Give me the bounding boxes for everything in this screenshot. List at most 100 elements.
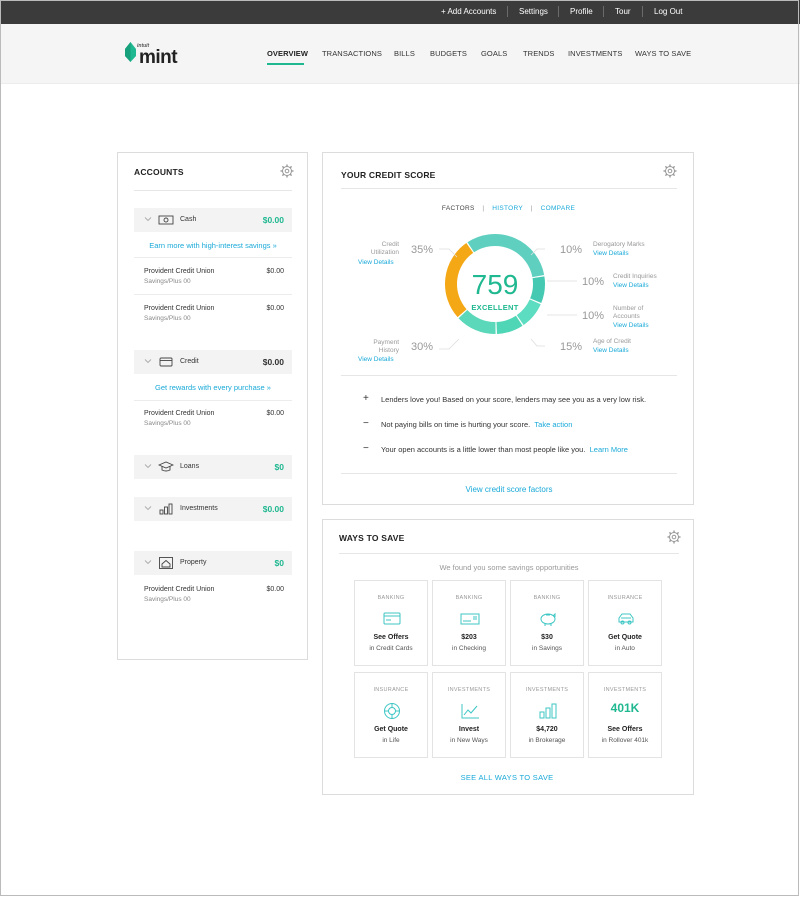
save-tile-credit-cards[interactable]: BANKING See Offers in Credit Cards [354,580,428,666]
rewards-promo-link[interactable]: Get rewards with every purchase » [134,383,292,392]
factor-payment-history-percent: 30% [411,341,434,353]
account-category-cash[interactable]: Cash $0.00 [134,208,292,232]
save-tile-savings[interactable]: BANKING $30 in Savings [510,580,584,666]
ways-to-save-title: WAYS TO SAVE [339,533,405,543]
nav-goals[interactable]: GOALS [481,49,507,58]
nav-trends[interactable]: TRENDS [523,49,554,58]
add-accounts-link[interactable]: + Add Accounts [441,7,496,16]
learn-more-link[interactable]: Learn More [590,445,628,454]
factor-label-line: Accounts [613,313,640,320]
save-tile-new-ways[interactable]: INVESTMENTS Invest in New Ways [432,672,506,758]
401k-icon: 401K [610,701,640,715]
bar-chart-icon [159,503,173,515]
gear-icon[interactable] [280,164,294,178]
factor-inquiries-label: Credit Inquiries [613,273,657,280]
divider [341,375,677,376]
factor-age-percent: 15% [560,341,583,353]
tile-subtext: in New Ways [450,737,488,744]
savings-promo-link[interactable]: Earn more with high-interest savings » [134,241,292,250]
inquiries-view-details[interactable]: View Details [613,282,649,289]
factor-age-label: Age of Credit [593,338,631,345]
factor-label-line: Utilization [370,249,399,256]
tile-subtext: in Credit Cards [369,645,413,652]
account-subtype: Savings/Plus 00 [144,315,191,322]
accounts-view-details[interactable]: View Details [613,322,649,329]
tile-value: Get Quote [374,726,408,733]
chevron-down-icon [144,359,152,364]
payment-history-view-details[interactable]: View Details [358,356,394,363]
topbar-divider [507,6,508,17]
tile-value: See Offers [373,634,409,641]
nav-investments[interactable]: INVESTMENTS [568,49,622,58]
nav-bills[interactable]: BILLS [394,49,415,58]
factor-credit-utilization-label: Credit Utilization [363,241,399,257]
nav-ways-to-save[interactable]: WAYS TO SAVE [635,49,691,58]
factor-derogatory-label: Derogatory Marks [593,241,645,248]
account-row[interactable]: Provident Credit Union Savings/Plus 00 $… [144,410,284,430]
view-credit-factors-link[interactable]: View credit score factors [323,485,695,494]
save-tile-rollover-401k[interactable]: INVESTMENTS 401K See Offers in Rollover … [588,672,662,758]
mint-logo[interactable]: intuit mint [125,39,187,69]
account-name: Provident Credit Union [144,410,215,417]
piggy-bank-icon [540,612,556,626]
take-action-link[interactable]: Take action [534,420,572,429]
tile-subtext: in Brokerage [528,737,566,744]
credit-utilization-view-details[interactable]: View Details [358,259,394,266]
tile-category: BANKING [455,595,483,601]
save-tile-life[interactable]: INSURANCE Get Quote in Life [354,672,428,758]
tile-subtext: in Rollover 401k [601,737,649,744]
account-name: Provident Credit Union [144,586,215,593]
divider [134,294,292,295]
leaf-icon [125,42,136,62]
factor-label-line: Payment [373,339,399,346]
topbar-divider [603,6,604,17]
tour-link[interactable]: Tour [615,7,631,16]
chevron-down-icon [144,560,152,565]
account-amount: $0.00 [266,268,284,275]
divider [134,400,292,401]
tile-category: BANKING [377,595,405,601]
tile-subtext: in Savings [532,645,562,652]
divider [134,257,292,258]
account-row[interactable]: Provident Credit Union Savings/Plus 00 $… [144,586,284,606]
account-row[interactable]: Provident Credit Union Savings/Plus 00 $… [144,268,284,288]
credit-score-card: YOUR CREDIT SCORE FACTORS | HISTORY | CO… [322,152,694,505]
tile-category: INVESTMENTS [603,687,647,693]
accounts-title: ACCOUNTS [134,167,184,177]
account-category-loans[interactable]: Loans $0 [134,455,292,479]
minus-icon: − [363,418,369,429]
category-name: Property [180,559,207,566]
age-view-details[interactable]: View Details [593,347,629,354]
profile-link[interactable]: Profile [570,7,593,16]
nav-budgets[interactable]: BUDGETS [430,49,467,58]
top-bar: + Add Accounts Settings Profile Tour Log… [0,0,800,24]
account-amount: $0.00 [266,410,284,417]
factor-accounts-percent: 10% [582,310,605,322]
nav-overview[interactable]: OVERVIEW [267,49,308,58]
account-category-investments[interactable]: Investments $0.00 [134,497,292,521]
derogatory-view-details[interactable]: View Details [593,250,629,257]
gear-icon[interactable] [667,530,681,544]
see-all-ways-to-save-link[interactable]: SEE ALL WAYS TO SAVE [323,773,691,782]
settings-link[interactable]: Settings [519,7,548,16]
tile-value: See Offers [607,726,643,733]
topbar-divider [558,6,559,17]
factor-credit-utilization-percent: 35% [411,244,434,256]
logout-link[interactable]: Log Out [654,7,682,16]
credit-note-text: Your open accounts is a little lower tha… [381,445,586,454]
account-row[interactable]: Provident Credit Union Savings/Plus 00 $… [144,305,284,325]
save-tile-checking[interactable]: BANKING $203 in Checking [432,580,506,666]
divider [341,473,677,474]
nav-transactions[interactable]: TRANSACTIONS [322,49,382,58]
account-category-property[interactable]: Property $0 [134,551,292,575]
account-subtype: Savings/Plus 00 [144,420,191,427]
ways-to-save-subtitle: We found you some savings opportunities [439,563,579,572]
house-icon [159,557,173,569]
account-category-credit[interactable]: Credit $0.00 [134,350,292,374]
category-name: Loans [180,463,200,470]
tile-value: Invest [458,726,480,733]
save-tile-auto[interactable]: INSURANCE Get Quote in Auto [588,580,662,666]
factor-derogatory-percent: 10% [560,244,583,256]
topbar-divider [642,6,643,17]
save-tile-brokerage[interactable]: INVESTMENTS $4,720 in Brokerage [510,672,584,758]
